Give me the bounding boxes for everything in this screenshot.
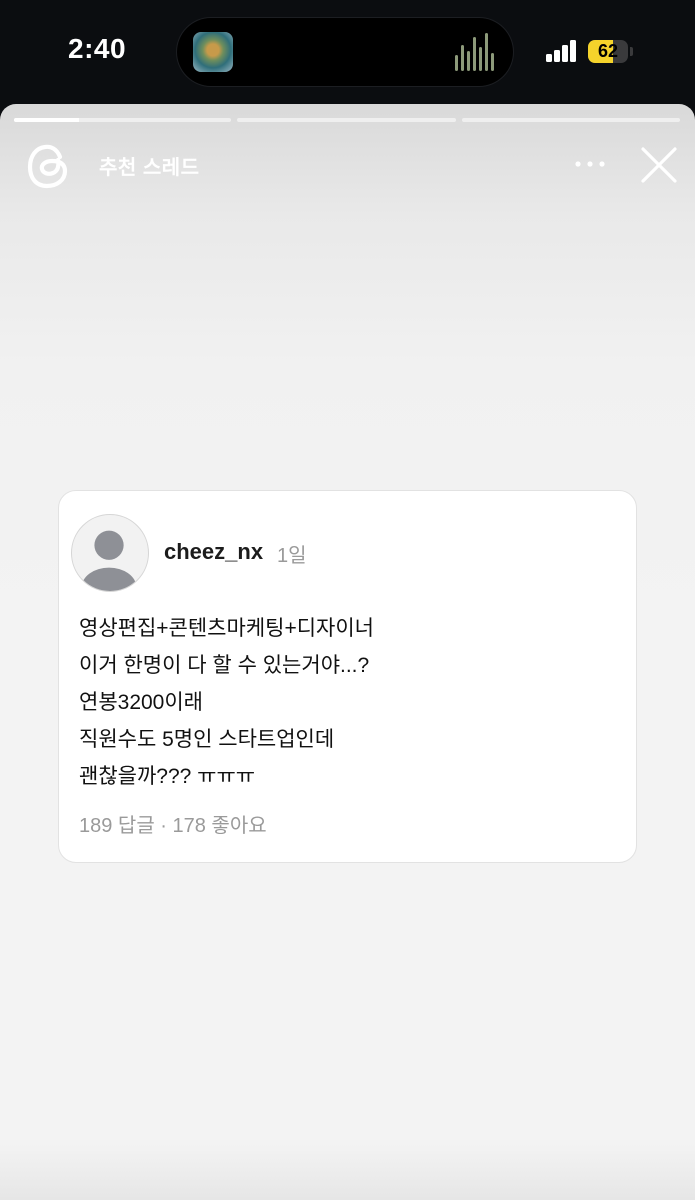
- post-line: 이거 한명이 다 할 수 있는거야...?: [79, 654, 370, 677]
- story-progress-segment: [462, 118, 680, 122]
- post-line: 연봉3200이래: [79, 691, 203, 714]
- dynamic-island[interactable]: [177, 18, 513, 86]
- audio-waveform-icon: [455, 33, 495, 71]
- story-progress-segment: [14, 118, 231, 122]
- post-text: 영상편집+콘텐츠마케팅+디자이너 이거 한명이 다 할 수 있는거야...? 연…: [79, 612, 374, 797]
- default-avatar-icon: [81, 530, 137, 591]
- post-line: 영상편집+콘텐츠마케팅+디자이너: [79, 617, 375, 640]
- now-playing-artwork: [193, 32, 233, 72]
- post-time-ago: 1일: [277, 545, 307, 567]
- cellular-signal-icon: [546, 40, 578, 62]
- post-line: 직원수도 5명인 스타트업인데: [79, 728, 335, 751]
- post-stats: 189 답글 · 178 좋아요: [79, 815, 267, 837]
- battery-icon: 62: [588, 40, 628, 63]
- story-progress-segment: [237, 118, 456, 122]
- post-username[interactable]: cheez_nx: [164, 539, 263, 565]
- battery-level: 62: [597, 41, 619, 61]
- shared-post-card[interactable]: cheez_nx 1일 영상편집+콘텐츠마케팅+디자이너 이거 한명이 다 할 …: [58, 490, 637, 863]
- post-line: 괜찮을까??? ㅠㅠㅠ: [79, 765, 256, 788]
- avatar[interactable]: [71, 514, 149, 592]
- battery-cap: [630, 47, 633, 56]
- status-bar: 2:40 62: [0, 0, 695, 105]
- more-icon[interactable]: [572, 150, 608, 178]
- story-header-label: 추천 스레드: [99, 157, 200, 179]
- close-icon[interactable]: [640, 146, 678, 184]
- threads-logo-icon[interactable]: [24, 140, 74, 192]
- status-time: 2:40: [68, 33, 127, 64]
- story-progress-fill: [14, 118, 80, 122]
- story-viewer[interactable]: 추천 스레드 cheez_nx 1일 영상편집+콘텐츠마케팅+디자이너 이거 한…: [0, 104, 695, 1200]
